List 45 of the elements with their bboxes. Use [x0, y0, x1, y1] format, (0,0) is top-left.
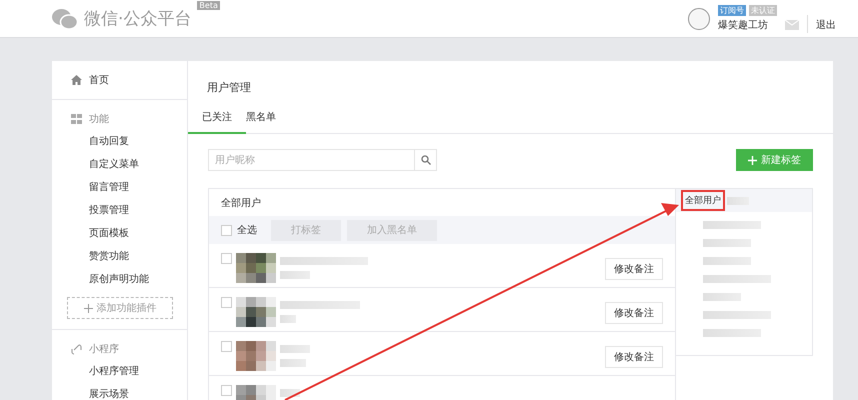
nav-item[interactable]: 页面模板	[52, 222, 187, 245]
nav-item[interactable]: 自动回复	[52, 130, 187, 153]
beta-badge: Beta	[197, 1, 220, 10]
nav-item[interactable]: 赞赏功能	[52, 245, 187, 268]
nav-item[interactable]: 小程序管理	[52, 360, 187, 383]
mail-icon[interactable]	[785, 20, 799, 30]
plus-icon	[84, 304, 92, 312]
checkbox[interactable]	[221, 341, 232, 352]
nav-item[interactable]: 投票管理	[52, 199, 187, 222]
table-title: 全部用户	[221, 196, 261, 210]
nav-item[interactable]: 自定义菜单	[52, 153, 187, 176]
checkbox[interactable]	[221, 385, 232, 396]
account-avatar[interactable]	[688, 8, 710, 30]
edit-remark-button[interactable]: 修改备注	[605, 258, 663, 280]
nav-section-label[interactable]: 首页	[89, 73, 109, 87]
plus-icon	[748, 156, 757, 164]
logout-link[interactable]: 退出	[816, 18, 836, 32]
edit-remark-button[interactable]: 修改备注	[605, 346, 663, 368]
logo-title: 微信·公众平台	[84, 8, 192, 30]
search-box[interactable]: 用户昵称	[208, 149, 437, 171]
nav-section-label: 功能	[89, 112, 109, 126]
checkbox[interactable]	[221, 224, 232, 236]
nav-item[interactable]: 展示场景	[52, 383, 187, 400]
checkbox[interactable]	[221, 253, 232, 264]
checkbox[interactable]	[221, 297, 232, 308]
account-tag: 未认证	[749, 5, 777, 16]
link-icon	[71, 344, 82, 354]
tab[interactable]: 黑名单	[246, 104, 290, 134]
edit-remark-button[interactable]: 修改备注	[605, 302, 663, 324]
pixelated-avatar-placeholder	[236, 297, 276, 327]
nav-item[interactable]: 原创声明功能	[52, 268, 187, 291]
search-icon	[420, 155, 430, 165]
account-tag: 订阅号	[718, 5, 746, 16]
tab[interactable]: 已关注	[188, 104, 246, 134]
blurred-text-placeholder	[727, 196, 749, 204]
chat-bubbles-logo-icon	[52, 8, 78, 28]
nav-item[interactable]: 留言管理	[52, 176, 187, 199]
pixelated-avatar-placeholder	[236, 253, 276, 283]
pixelated-avatar-placeholder	[236, 341, 276, 371]
home-icon	[71, 75, 82, 85]
checkbox-label[interactable]: 全选	[237, 223, 257, 237]
account-name[interactable]: 爆笑趣工坊	[718, 18, 777, 32]
nav-section-label: 小程序	[89, 342, 119, 356]
page-title: 用户管理	[206, 80, 252, 95]
grid-icon	[71, 114, 82, 124]
